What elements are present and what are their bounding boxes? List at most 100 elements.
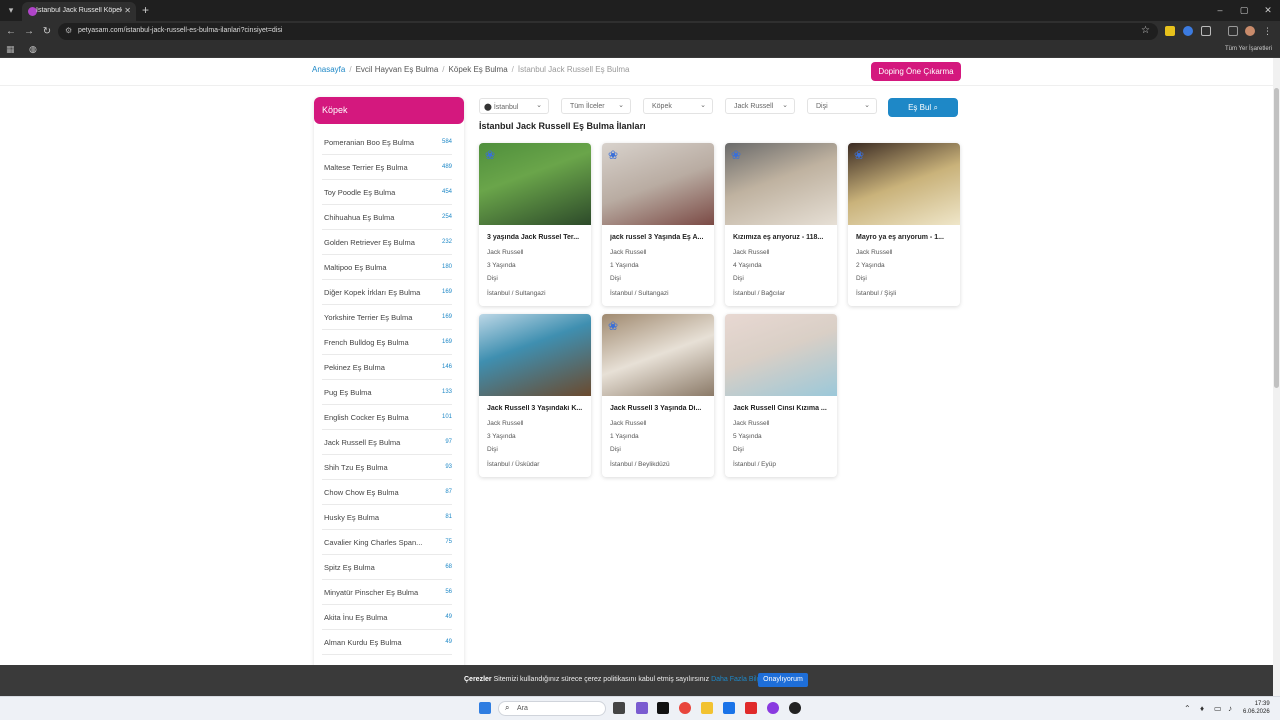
taskbar-search[interactable]: ⌕ Ara xyxy=(498,701,606,716)
sidebar-item[interactable]: Pug Eş Bulma 133 xyxy=(322,380,452,405)
listing-title[interactable]: jack russel 3 Yaşında Eş A... xyxy=(610,234,708,241)
tray-chevron-icon[interactable]: ⌃ xyxy=(1184,704,1191,713)
sidebar-item[interactable]: Akita İnu Eş Bulma 49 xyxy=(322,605,452,630)
profile-sync-icon[interactable] xyxy=(1228,26,1238,36)
app-icon[interactable] xyxy=(723,702,735,714)
network-icon[interactable]: ▭ xyxy=(1214,704,1222,713)
messenger-icon[interactable] xyxy=(767,702,779,714)
listing-title[interactable]: Jack Russell 3 Yaşındaki K... xyxy=(487,405,585,412)
terminal-icon[interactable] xyxy=(657,702,669,714)
scroll-thumb[interactable] xyxy=(1274,88,1279,388)
doping-button[interactable]: Doping Öne Çıkarma xyxy=(871,62,961,81)
listing-card[interactable]: ❀ 3 yaşında Jack Russel Ter... Jack Russel… xyxy=(479,143,591,306)
listing-photo[interactable] xyxy=(479,314,591,396)
breed-select[interactable]: Jack Russell ⌄ xyxy=(725,98,795,114)
app-icon[interactable] xyxy=(636,702,648,714)
sidebar-item[interactable]: Jack Russell Eş Bulma 97 xyxy=(322,430,452,455)
gender-select[interactable]: Dişi ⌄ xyxy=(807,98,877,114)
new-tab-icon[interactable]: + xyxy=(142,3,149,17)
sidebar-item[interactable]: Minyatür Pinscher Eş Bulma 56 xyxy=(322,580,452,605)
sidebar-item[interactable]: Pomeranian Boo Eş Bulma 584 xyxy=(322,130,452,155)
maximize-icon[interactable]: ▢ xyxy=(1232,0,1256,21)
sidebar-item[interactable]: Toy Poodle Eş Bulma 454 xyxy=(322,180,452,205)
breadcrumb-dog[interactable]: Köpek Eş Bulma xyxy=(449,65,508,74)
sidebar-item[interactable]: Spitz Eş Bulma 68 xyxy=(322,555,452,580)
listing-title[interactable]: Kızımıza eş arıyoruz - 118... xyxy=(733,234,831,241)
listing-photo[interactable] xyxy=(602,143,714,225)
close-tab-icon[interactable]: ✕ xyxy=(124,6,131,15)
species-select[interactable]: Köpek ⌄ xyxy=(643,98,713,114)
sidebar-item[interactable]: Pekinez Eş Bulma 146 xyxy=(322,355,452,380)
chrome-icon[interactable] xyxy=(679,702,691,714)
category-sidebar: Köpek Pomeranian Boo Eş Bulma 584 Maltese … xyxy=(314,97,464,665)
listing-photo[interactable] xyxy=(848,143,960,225)
sidebar-item[interactable]: Diğer Kopek İrkları Eş Bulma 169 xyxy=(322,280,452,305)
search-button[interactable]: Eş Bul ⌕ xyxy=(888,98,958,117)
listing-title[interactable]: Mayro ya eş arıyorum - 1... xyxy=(856,234,954,241)
all-bookmarks[interactable]: Tüm Yer İşaretleri xyxy=(1225,46,1272,52)
listing-title[interactable]: 3 yaşında Jack Russel Ter... xyxy=(487,234,585,241)
tab-search-icon[interactable]: ▾ xyxy=(4,3,18,17)
mic-icon[interactable]: ♦ xyxy=(1200,704,1204,713)
listing-photo[interactable] xyxy=(725,314,837,396)
volume-icon[interactable]: ♪ xyxy=(1228,704,1232,713)
site-info-icon[interactable]: ⚙ xyxy=(65,26,72,35)
listing-photo[interactable] xyxy=(725,143,837,225)
breadcrumb-home[interactable]: Anasayfa xyxy=(312,65,345,74)
address-bar[interactable]: ⚙ petyasam.com/istanbul-jack-russell-es-… xyxy=(58,23,1158,40)
sidebar-item[interactable]: Chow Chow Eş Bulma 87 xyxy=(322,480,452,505)
cookie-text: Çerezler Sitemizi kullandığınız sürece ç… xyxy=(464,676,762,683)
close-window-icon[interactable]: ✕ xyxy=(1256,0,1280,21)
cookie-banner: Çerezler Sitemizi kullandığınız sürece ç… xyxy=(0,665,1273,696)
breadcrumb-pets[interactable]: Evcil Hayvan Eş Bulma xyxy=(356,65,439,74)
sidebar-item[interactable]: Cavalier King Charles Span... 75 xyxy=(322,530,452,555)
extension-icon[interactable] xyxy=(1165,26,1175,36)
listing-card[interactable]: ❀ Mayro ya eş arıyorum - 1... Jack Russell… xyxy=(848,143,960,306)
windows-start-icon[interactable] xyxy=(479,702,491,714)
back-icon[interactable]: ← xyxy=(4,25,18,38)
listing-title[interactable]: Jack Russell 3 Yaşında Di... xyxy=(610,405,708,412)
app-icon[interactable] xyxy=(789,702,801,714)
file-explorer-icon[interactable] xyxy=(701,702,713,714)
avatar[interactable] xyxy=(1245,26,1255,36)
sidebar-item[interactable]: Golden Retriever Eş Bulma 232 xyxy=(322,230,452,255)
extension-icon[interactable] xyxy=(1183,26,1193,36)
clock[interactable]: 17:39 6.06.2026 xyxy=(1243,700,1270,716)
listing-card[interactable]: Jack Russell Cinsi Kızıma ... Jack Russel… xyxy=(725,314,837,477)
city-select[interactable]: ⬤ İstanbul ⌄ xyxy=(479,98,549,114)
listing-photo[interactable] xyxy=(602,314,714,396)
listing-photo[interactable] xyxy=(479,143,591,225)
task-view-icon[interactable] xyxy=(613,702,625,714)
sidebar-item-label: Alman Kurdu Eş Bulma xyxy=(324,638,402,647)
extensions-puzzle-icon[interactable] xyxy=(1201,26,1211,36)
listing-card[interactable]: ❀ jack russel 3 Yaşında Eş A... Jack Russe… xyxy=(602,143,714,306)
sidebar-item[interactable]: Chihuahua Eş Bulma 254 xyxy=(322,205,452,230)
cookie-more-link[interactable]: Daha Fazla Bilgi xyxy=(711,676,762,683)
sidebar-item[interactable]: English Cocker Eş Bulma 101 xyxy=(322,405,452,430)
sidebar-title[interactable]: Köpek xyxy=(314,97,464,124)
sidebar-item[interactable]: Yorkshire Terrier Eş Bulma 169 xyxy=(322,305,452,330)
bookmark-globe-icon[interactable]: ◍ xyxy=(29,44,37,55)
sidebar-item-count: 584 xyxy=(441,139,452,145)
sidebar-item[interactable]: Alman Kurdu Eş Bulma 49 xyxy=(322,630,452,655)
minimize-icon[interactable]: – xyxy=(1208,0,1232,21)
listing-card[interactable]: Jack Russell 3 Yaşındaki K... Jack Russel… xyxy=(479,314,591,477)
menu-dots-icon[interactable]: ⋮ xyxy=(1263,26,1273,36)
listing-card[interactable]: ❀ Kızımıza eş arıyoruz - 118... Jack Russe… xyxy=(725,143,837,306)
sidebar-item[interactable]: Shih Tzu Eş Bulma 93 xyxy=(322,455,452,480)
apps-grid-icon[interactable]: ▦ xyxy=(6,44,15,55)
page-scrollbar[interactable] xyxy=(1273,58,1280,696)
cookie-accept-button[interactable]: Onaylıyorum xyxy=(758,673,808,687)
listing-title[interactable]: Jack Russell Cinsi Kızıma ... xyxy=(733,405,831,412)
forward-icon[interactable]: → xyxy=(22,25,36,38)
reload-icon[interactable]: ↻ xyxy=(40,25,54,38)
bookmark-star-icon[interactable]: ☆ xyxy=(1141,25,1150,36)
listing-card[interactable]: ❀ Jack Russell 3 Yaşında Di... Jack Russel… xyxy=(602,314,714,477)
sidebar-item[interactable]: Husky Eş Bulma 81 xyxy=(322,505,452,530)
sidebar-item[interactable]: French Bulldog Eş Bulma 169 xyxy=(322,330,452,355)
youtube-icon[interactable] xyxy=(745,702,757,714)
browser-tab[interactable]: İstanbul Jack Russell Köpek Eş Bulma ✕ xyxy=(22,2,136,21)
district-select[interactable]: Tüm İlceler ⌄ xyxy=(561,98,631,114)
sidebar-item[interactable]: Maltipoo Eş Bulma 180 xyxy=(322,255,452,280)
sidebar-item[interactable]: Maltese Terrier Eş Bulma 489 xyxy=(322,155,452,180)
